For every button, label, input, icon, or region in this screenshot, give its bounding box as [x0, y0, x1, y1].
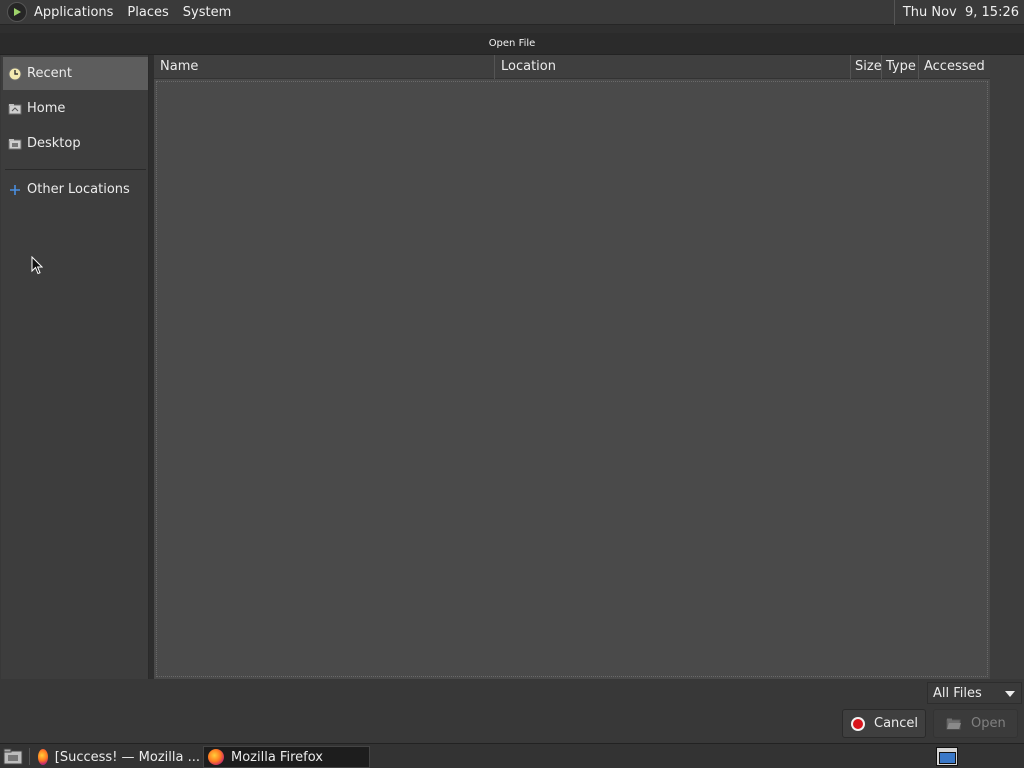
- column-header-type[interactable]: Type: [882, 54, 919, 79]
- column-header-size[interactable]: Size: [851, 54, 882, 79]
- system-logo-icon[interactable]: [7, 2, 27, 22]
- menu-places[interactable]: Places: [127, 5, 168, 20]
- file-type-filter[interactable]: All Files: [927, 682, 1022, 704]
- cancel-button-label: Cancel: [874, 716, 919, 731]
- taskbar: [Success! — Mozilla ... Mozilla Firefox: [0, 743, 1024, 768]
- clock-text: Thu Nov 9, 15:26: [902, 5, 1019, 20]
- open-button-label: Open: [971, 716, 1006, 731]
- clock[interactable]: Thu Nov 9, 15:26: [893, 0, 1024, 25]
- sidebar-item-desktop[interactable]: Desktop: [3, 127, 148, 160]
- sidebar-item-recent[interactable]: Recent: [3, 57, 148, 90]
- workspace-switcher-icon[interactable]: [936, 747, 958, 766]
- menu-system[interactable]: System: [183, 5, 231, 20]
- cancel-button[interactable]: Cancel: [842, 709, 926, 738]
- column-header-accessed[interactable]: Accessed: [919, 55, 990, 79]
- sidebar-item-other-locations[interactable]: Other Locations: [3, 173, 148, 206]
- sidebar-item-label: Recent: [27, 66, 72, 81]
- sidebar-item-label: Other Locations: [27, 182, 130, 197]
- taskbar-handle[interactable]: [29, 748, 30, 765]
- dialog-titlebar[interactable]: Open File: [0, 33, 1024, 55]
- firefox-icon: [38, 749, 48, 765]
- open-button[interactable]: Open: [933, 709, 1018, 738]
- chevron-down-icon: [1005, 691, 1015, 697]
- show-desktop-icon[interactable]: [3, 748, 23, 768]
- taskbar-window-label: Mozilla Firefox: [231, 749, 323, 765]
- file-list-header: Name Location Size Type Accessed: [154, 54, 990, 79]
- taskbar-window-firefox-success[interactable]: [Success! — Mozilla ...: [34, 746, 200, 768]
- mouse-pointer-icon: [31, 255, 44, 279]
- sidebar-item-home[interactable]: Home: [3, 92, 148, 125]
- plus-icon: [7, 182, 22, 197]
- cancel-icon: [851, 716, 865, 731]
- menu-applications[interactable]: Applications: [34, 5, 113, 20]
- places-sidebar: Recent Home Desktop Other Locations: [1, 55, 149, 679]
- folder-open-icon: [946, 717, 962, 730]
- taskbar-window-label: [Success! — Mozilla ...: [54, 749, 200, 765]
- top-panel: Applications Places System Thu Nov 9, 15…: [0, 0, 1024, 25]
- filter-selected-label: All Files: [933, 685, 982, 701]
- desktop-folder-icon: [7, 136, 22, 151]
- home-folder-icon: [7, 101, 22, 116]
- file-list-body[interactable]: [156, 81, 988, 677]
- firefox-icon: [208, 749, 224, 765]
- sidebar-item-label: Desktop: [27, 136, 81, 151]
- column-header-name[interactable]: Name: [154, 54, 495, 79]
- right-margin: [990, 55, 1024, 679]
- column-header-location[interactable]: Location: [495, 54, 851, 79]
- sidebar-item-label: Home: [27, 101, 66, 116]
- taskbar-window-firefox[interactable]: Mozilla Firefox: [203, 746, 370, 768]
- sidebar-divider: [5, 169, 146, 170]
- open-file-dialog: Open File Recent Home Desktop Other Loca…: [0, 33, 1024, 743]
- file-list[interactable]: Name Location Size Type Accessed: [154, 54, 990, 679]
- recent-icon: [7, 66, 22, 81]
- dialog-title: Open File: [488, 38, 536, 49]
